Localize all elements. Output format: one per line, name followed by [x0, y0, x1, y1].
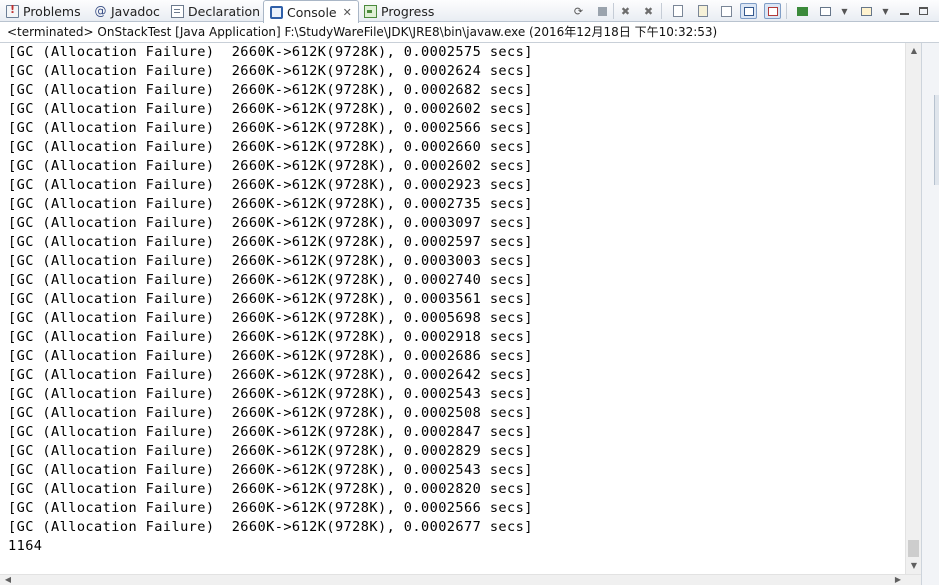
declaration-icon	[171, 4, 184, 18]
tab-problems[interactable]: Problems	[0, 0, 87, 22]
console-line: [GC (Allocation Failure) 2660K->612K(972…	[8, 481, 533, 497]
tab-javadoc[interactable]: @ Javadoc	[88, 0, 166, 22]
tab-label: Problems	[23, 3, 81, 19]
view-tab-bar: Problems @ Javadoc Declaration Console ✕…	[0, 0, 939, 23]
console-line: [GC (Allocation Failure) 2660K->612K(972…	[8, 519, 533, 535]
tab-label: Progress	[381, 3, 435, 19]
chevron-down-icon[interactable]: ▼	[836, 3, 853, 19]
show-stdout-icon[interactable]	[740, 3, 757, 19]
console-line: [GC (Allocation Failure) 2660K->612K(972…	[8, 215, 533, 231]
console-line: [GC (Allocation Failure) 2660K->612K(972…	[8, 234, 533, 250]
console-line: [GC (Allocation Failure) 2660K->612K(972…	[8, 63, 533, 79]
progress-icon	[364, 4, 377, 18]
clear-console-icon[interactable]	[669, 3, 686, 19]
tab-declaration[interactable]: Declaration	[165, 0, 266, 22]
console-line: [GC (Allocation Failure) 2660K->612K(972…	[8, 500, 533, 516]
console-line: [GC (Allocation Failure) 2660K->612K(972…	[8, 367, 533, 383]
chevron-down-icon[interactable]: ▼	[877, 3, 894, 19]
console-line: [GC (Allocation Failure) 2660K->612K(972…	[8, 310, 533, 326]
console-icon	[270, 5, 283, 19]
javadoc-icon: @	[94, 3, 107, 18]
console-line: [GC (Allocation Failure) 2660K->612K(972…	[8, 44, 533, 60]
console-line: [GC (Allocation Failure) 2660K->612K(972…	[8, 101, 533, 117]
console-line: [GC (Allocation Failure) 2660K->612K(972…	[8, 158, 533, 174]
terminate-relaunch-icon[interactable]: ⟳	[570, 3, 587, 19]
console-line: [GC (Allocation Failure) 2660K->612K(972…	[8, 462, 533, 478]
remove-all-terminated-icon[interactable]: ✖	[640, 3, 657, 19]
console-line: [GC (Allocation Failure) 2660K->612K(972…	[8, 443, 533, 459]
tab-progress[interactable]: Progress	[358, 0, 440, 22]
side-panel-edge	[921, 43, 939, 585]
tab-label: Javadoc	[111, 3, 160, 19]
console-line: [GC (Allocation Failure) 2660K->612K(972…	[8, 196, 533, 212]
console-line: [GC (Allocation Failure) 2660K->612K(972…	[8, 329, 533, 345]
scroll-lock-icon[interactable]	[694, 3, 711, 19]
tab-console[interactable]: Console ✕	[263, 0, 359, 23]
console-line: [GC (Allocation Failure) 2660K->612K(972…	[8, 253, 533, 269]
scroll-down-icon[interactable]: ▼	[906, 558, 922, 574]
scroll-thumb[interactable]	[908, 540, 919, 557]
console-line: [GC (Allocation Failure) 2660K->612K(972…	[8, 405, 533, 421]
scroll-left-icon[interactable]: ◀	[0, 572, 16, 588]
console-line: [GC (Allocation Failure) 2660K->612K(972…	[8, 386, 533, 402]
scroll-up-icon[interactable]: ▲	[906, 43, 922, 59]
console-line: [GC (Allocation Failure) 2660K->612K(972…	[8, 120, 533, 136]
remove-launch-icon[interactable]: ✖	[617, 3, 634, 19]
console-line: [GC (Allocation Failure) 2660K->612K(972…	[8, 424, 533, 440]
horizontal-scrollbar[interactable]: ◀ ▶	[0, 574, 921, 585]
show-stderr-icon[interactable]	[764, 3, 781, 19]
console-line: [GC (Allocation Failure) 2660K->612K(972…	[8, 177, 533, 193]
console-line: [GC (Allocation Failure) 2660K->612K(972…	[8, 291, 533, 307]
maximize-icon[interactable]	[915, 3, 932, 19]
console-line: [GC (Allocation Failure) 2660K->612K(972…	[8, 82, 533, 98]
open-console-icon[interactable]	[858, 3, 875, 19]
pin-console-icon[interactable]	[794, 3, 811, 19]
console-line: [GC (Allocation Failure) 2660K->612K(972…	[8, 139, 533, 155]
display-selected-console-icon[interactable]	[817, 3, 834, 19]
close-tab-icon[interactable]: ✕	[343, 6, 352, 19]
console-output[interactable]: [GC (Allocation Failure) 2660K->612K(972…	[0, 43, 921, 574]
word-wrap-icon[interactable]	[718, 3, 735, 19]
scroll-right-icon[interactable]: ▶	[890, 572, 906, 588]
console-line: 1164	[8, 538, 43, 554]
tab-label: Console	[287, 4, 337, 20]
problems-icon	[6, 3, 19, 18]
tab-label: Declaration	[188, 3, 261, 19]
console-line: [GC (Allocation Failure) 2660K->612K(972…	[8, 272, 533, 288]
terminate-icon[interactable]	[594, 3, 611, 19]
vertical-scrollbar[interactable]: ▲ ▼	[905, 43, 921, 574]
minimize-icon[interactable]	[896, 3, 913, 19]
console-line: [GC (Allocation Failure) 2660K->612K(972…	[8, 348, 533, 364]
console-process-label: <terminated> OnStackTest [Java Applicati…	[0, 23, 939, 43]
